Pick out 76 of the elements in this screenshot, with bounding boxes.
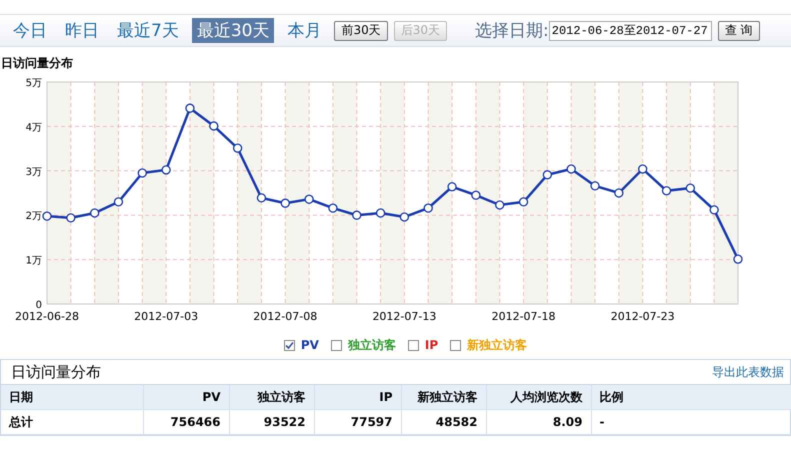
column-header: 比例 <box>591 385 791 410</box>
x-axis-label: 2012-07-13 <box>372 310 436 323</box>
column-header: IP <box>314 385 401 410</box>
data-point <box>638 164 648 174</box>
column-header: 人均浏览次数 <box>486 385 591 410</box>
data-point <box>232 144 242 153</box>
y-axis-label: 2万 <box>26 211 42 222</box>
data-point <box>542 170 552 180</box>
x-axis-label: 2012-07-23 <box>610 310 675 323</box>
data-point <box>376 208 386 218</box>
data-point <box>352 210 362 220</box>
x-axis-label: 2012-07-08 <box>253 310 318 323</box>
column-header: 独立访客 <box>229 385 314 410</box>
table-cell: 756466 <box>143 410 229 434</box>
series-checkbox[interactable] <box>330 340 342 350</box>
range-tab[interactable]: 本月 <box>282 18 326 43</box>
series-checkbox[interactable] <box>450 340 462 350</box>
table-cell: 93522 <box>229 410 314 434</box>
data-point <box>280 198 290 208</box>
query-button[interactable]: 查 询 <box>718 20 760 40</box>
data-point <box>256 193 266 203</box>
data-point <box>590 181 600 191</box>
table-cell: 77597 <box>314 410 401 434</box>
range-tab[interactable]: 最近30天 <box>192 18 274 43</box>
data-point <box>471 190 481 200</box>
table-cell: 总计 <box>1 410 143 434</box>
data-point <box>161 165 171 175</box>
data-point <box>66 213 76 223</box>
series-label: 新独立访客 <box>467 336 528 354</box>
x-axis-label: 2012-07-03 <box>134 310 198 323</box>
column-header: 日期 <box>1 385 143 410</box>
data-point <box>566 164 576 174</box>
data-point <box>614 188 624 198</box>
data-point <box>400 212 410 222</box>
data-point <box>733 254 743 264</box>
series-checkbox[interactable] <box>284 340 295 350</box>
y-axis-label: 3万 <box>26 166 42 178</box>
table-cell: 48582 <box>401 410 486 434</box>
table-title: 日访问量分布 <box>11 362 101 382</box>
series-label: IP <box>424 338 438 352</box>
data-point <box>328 203 338 213</box>
y-axis-label: 0 <box>36 300 42 311</box>
table-cell: 8.09 <box>486 410 591 434</box>
range-tab[interactable]: 今日 <box>8 18 52 43</box>
data-point <box>209 121 218 131</box>
y-axis-label: 4万 <box>26 122 42 134</box>
y-axis-label: 1万 <box>26 256 42 267</box>
date-range-field[interactable]: 2012-06-28至2012-07-27 <box>548 20 712 40</box>
range-tab[interactable]: 昨日 <box>60 18 104 43</box>
range-tab[interactable]: 最近7天 <box>112 18 184 43</box>
table-cell: - <box>591 410 791 434</box>
data-point <box>114 197 124 207</box>
data-point <box>304 194 314 204</box>
x-axis-label: 2012-06-28 <box>15 310 79 323</box>
chart-title: 日访问量分布 <box>1 55 74 72</box>
series-checkbox[interactable] <box>408 340 419 350</box>
column-header: 新独立访客 <box>401 385 486 410</box>
data-point <box>662 186 672 196</box>
data-point <box>686 183 695 193</box>
data-point <box>138 168 147 178</box>
export-link[interactable]: 导出此表数据 <box>712 364 784 380</box>
data-point <box>90 208 100 218</box>
data-point <box>518 197 528 207</box>
y-axis-label: 5万 <box>26 78 42 89</box>
data-point <box>710 205 719 215</box>
series-label: PV <box>300 338 319 352</box>
data-point <box>42 211 52 221</box>
series-label: 独立访客 <box>348 336 396 354</box>
data-point <box>495 200 504 210</box>
date-label: 选择日期: <box>475 20 549 42</box>
x-axis-label: 2012-07-18 <box>492 310 556 323</box>
data-point <box>447 182 457 192</box>
previous-period-button[interactable]: 前30天 <box>334 20 388 40</box>
column-header: PV <box>143 385 229 410</box>
data-point <box>424 203 433 213</box>
data-point <box>185 104 195 113</box>
